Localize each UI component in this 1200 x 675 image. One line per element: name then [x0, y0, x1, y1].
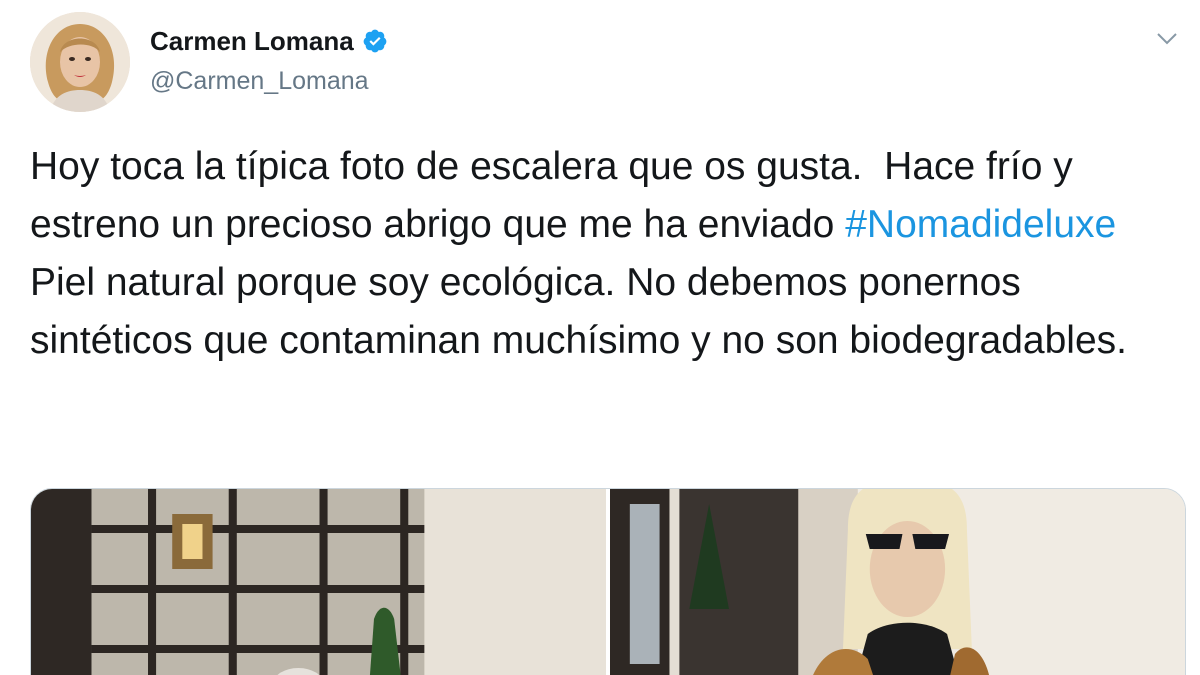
- avatar[interactable]: [30, 12, 130, 112]
- chevron-down-icon[interactable]: [1152, 24, 1182, 54]
- photo-1[interactable]: [31, 489, 606, 675]
- display-name[interactable]: Carmen Lomana: [150, 26, 354, 56]
- media-grid: [30, 488, 1186, 675]
- photo-2[interactable]: [610, 489, 1185, 675]
- handle[interactable]: @Carmen_Lomana: [150, 66, 369, 96]
- author-row: Carmen Lomana: [150, 26, 388, 56]
- hashtag-link[interactable]: #Nomadideluxe: [845, 203, 1116, 246]
- tweet-card: Carmen Lomana @Carmen_Lomana Hoy toca la…: [0, 0, 1200, 675]
- tweet-text: Hoy toca la típica foto de escalera que …: [30, 138, 1180, 370]
- verified-badge-icon: [362, 28, 388, 54]
